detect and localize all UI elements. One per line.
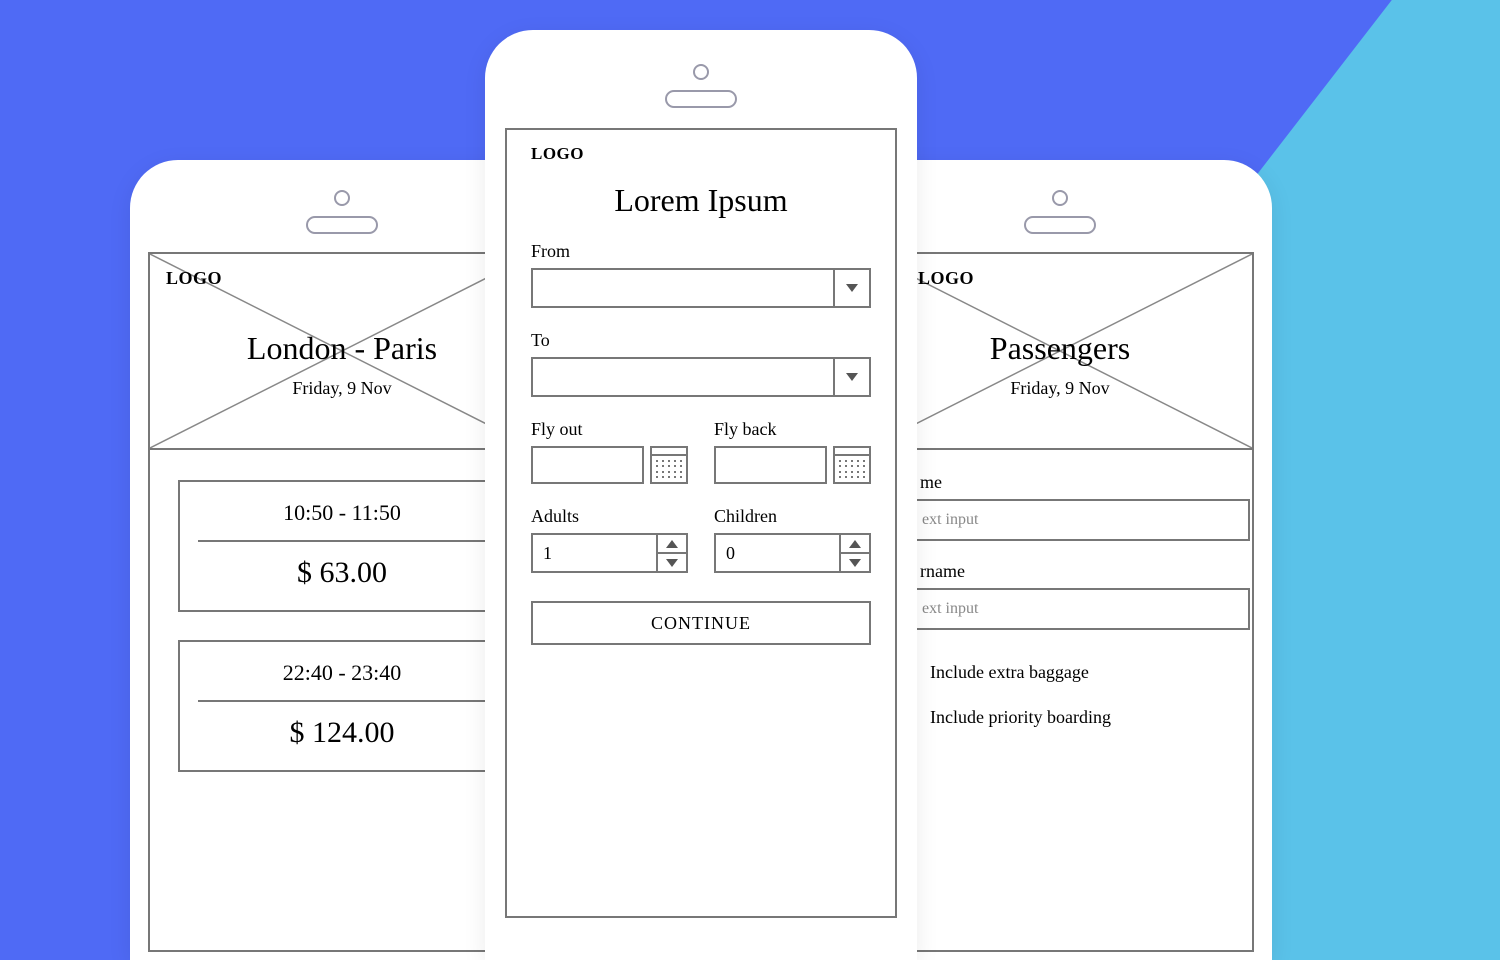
continue-label: CONTINUE bbox=[651, 613, 751, 634]
flight-price: $ 63.00 bbox=[180, 542, 504, 610]
extra-baggage-label: Include extra baggage bbox=[930, 662, 1089, 683]
logo-label: LOGO bbox=[918, 268, 974, 289]
screen-passengers: LOGO Passengers Friday, 9 Nov me ext inp… bbox=[866, 252, 1254, 952]
adults-increment[interactable] bbox=[658, 535, 686, 552]
flight-price: $ 124.00 bbox=[180, 702, 504, 770]
camera-icon bbox=[334, 190, 350, 206]
from-select[interactable] bbox=[531, 268, 871, 308]
speaker-icon bbox=[306, 216, 378, 234]
header-panel: LOGO London - Paris Friday, 9 Nov bbox=[148, 252, 536, 450]
logo-label: LOGO bbox=[531, 144, 871, 164]
flyback-label: Fly back bbox=[714, 419, 871, 440]
continue-button[interactable]: CONTINUE bbox=[531, 601, 871, 645]
to-label: To bbox=[531, 330, 871, 351]
app-title: Lorem Ipsum bbox=[531, 182, 871, 219]
speaker-icon bbox=[1024, 216, 1096, 234]
to-select[interactable] bbox=[531, 357, 871, 397]
from-select-toggle[interactable] bbox=[833, 270, 869, 306]
children-stepper[interactable]: 0 bbox=[714, 533, 871, 573]
screen-flights: LOGO London - Paris Friday, 9 Nov 10:50 … bbox=[148, 252, 536, 952]
chevron-down-icon bbox=[849, 559, 861, 567]
name-input[interactable]: ext input bbox=[870, 499, 1250, 541]
camera-icon bbox=[1052, 190, 1068, 206]
calendar-icon[interactable] bbox=[650, 446, 688, 484]
passenger-form: me ext input rname ext input Include ext… bbox=[868, 450, 1252, 740]
passengers-title: Passengers bbox=[868, 330, 1252, 367]
chevron-up-icon bbox=[666, 540, 678, 548]
flight-times: 22:40 - 23:40 bbox=[198, 642, 486, 702]
header-panel: LOGO Passengers Friday, 9 Nov bbox=[866, 252, 1254, 450]
flight-card[interactable]: 10:50 - 11:50 $ 63.00 bbox=[178, 480, 506, 612]
search-form: LOGO Lorem Ipsum From To Fly ou bbox=[507, 130, 895, 645]
priority-boarding-checkbox[interactable]: Include priority boarding bbox=[870, 695, 1250, 740]
stage: LOGO London - Paris Friday, 9 Nov 10:50 … bbox=[0, 0, 1500, 960]
route-title: London - Paris bbox=[150, 330, 534, 367]
route-date: Friday, 9 Nov bbox=[150, 378, 534, 399]
name-label: me bbox=[870, 472, 1250, 493]
adults-label: Adults bbox=[531, 506, 688, 527]
extra-baggage-checkbox[interactable]: Include extra baggage bbox=[870, 650, 1250, 695]
priority-boarding-label: Include priority boarding bbox=[930, 707, 1111, 728]
children-label: Children bbox=[714, 506, 871, 527]
children-value: 0 bbox=[726, 543, 735, 564]
flight-list: 10:50 - 11:50 $ 63.00 22:40 - 23:40 $ 12… bbox=[150, 450, 534, 802]
flight-card[interactable]: 22:40 - 23:40 $ 124.00 bbox=[178, 640, 506, 772]
screen-search: LOGO Lorem Ipsum From To Fly ou bbox=[505, 128, 897, 918]
phone-search: LOGO Lorem Ipsum From To Fly ou bbox=[485, 30, 917, 960]
chevron-down-icon bbox=[846, 373, 858, 381]
chevron-up-icon bbox=[849, 540, 861, 548]
phone-hardware bbox=[485, 64, 917, 108]
speaker-icon bbox=[665, 90, 737, 108]
children-increment[interactable] bbox=[841, 535, 869, 552]
flyout-label: Fly out bbox=[531, 419, 688, 440]
from-label: From bbox=[531, 241, 871, 262]
adults-value: 1 bbox=[543, 543, 552, 564]
chevron-down-icon bbox=[846, 284, 858, 292]
flight-times: 10:50 - 11:50 bbox=[198, 482, 486, 542]
adults-stepper[interactable]: 1 bbox=[531, 533, 688, 573]
passengers-date: Friday, 9 Nov bbox=[868, 378, 1252, 399]
adults-decrement[interactable] bbox=[658, 552, 686, 571]
logo-label: LOGO bbox=[166, 268, 222, 289]
to-select-toggle[interactable] bbox=[833, 359, 869, 395]
surname-input[interactable]: ext input bbox=[870, 588, 1250, 630]
children-decrement[interactable] bbox=[841, 552, 869, 571]
camera-icon bbox=[693, 64, 709, 80]
chevron-down-icon bbox=[666, 559, 678, 567]
calendar-icon[interactable] bbox=[833, 446, 871, 484]
surname-label: rname bbox=[870, 561, 1250, 582]
flyback-date-input[interactable] bbox=[714, 446, 827, 484]
flyout-date-input[interactable] bbox=[531, 446, 644, 484]
